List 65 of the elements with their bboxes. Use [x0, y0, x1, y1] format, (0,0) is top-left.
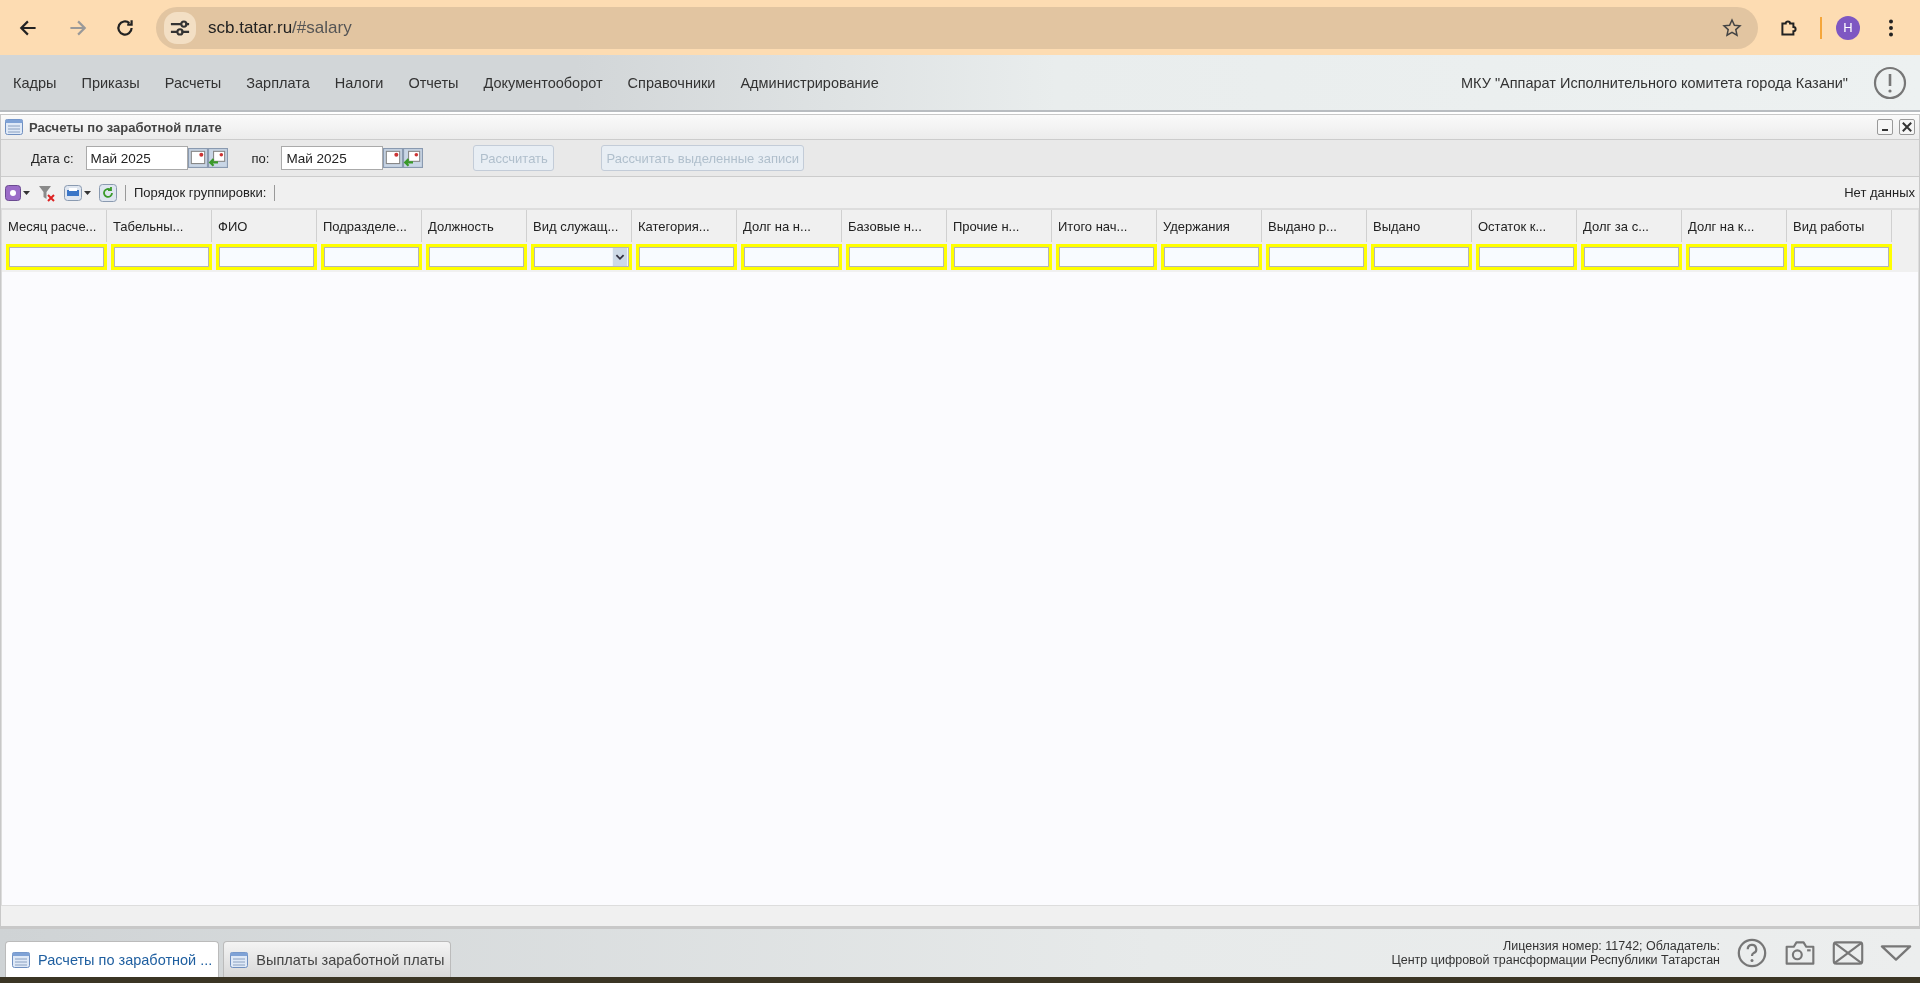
filter-field[interactable] — [1056, 244, 1157, 270]
list-window-icon — [12, 951, 30, 968]
filter-field[interactable] — [6, 244, 107, 270]
close-button[interactable] — [1899, 119, 1915, 135]
date-to-label: по: — [251, 150, 270, 166]
refresh-icon[interactable] — [99, 183, 117, 202]
menu-item[interactable]: Документооборот — [483, 74, 603, 91]
panel-title: Расчеты по заработной плате — [29, 119, 222, 135]
organization-name: МКУ "Аппарат Исполнительного комитета города Казани" — [1460, 74, 1848, 91]
filter-field[interactable] — [1266, 244, 1367, 270]
filter-field[interactable] — [951, 244, 1052, 270]
close-icon — [1900, 120, 1914, 134]
url-text: scb.tatar.ru/#salary — [208, 17, 352, 38]
calendar-icon[interactable] — [383, 147, 404, 169]
menu-item[interactable]: Зарплата — [246, 74, 310, 91]
no-data-status: Нет данных — [1844, 185, 1915, 200]
filter-field[interactable] — [1581, 244, 1682, 270]
minimize-button[interactable] — [1877, 119, 1893, 135]
site-settings-icon[interactable] — [164, 11, 196, 44]
caret-icon — [23, 190, 30, 195]
profile-avatar[interactable]: Н — [1836, 15, 1860, 40]
menu-item[interactable]: Администрирование — [740, 74, 879, 91]
print-dropdown-button[interactable] — [64, 184, 91, 201]
bookmark-star-icon[interactable] — [1722, 17, 1742, 38]
filter-field[interactable] — [741, 244, 842, 270]
date-from-label: Дата с: — [31, 150, 74, 166]
add-dropdown-button[interactable] — [5, 184, 30, 201]
menu-item[interactable]: Справочники — [627, 74, 716, 91]
license-text: Центр цифровой трансформации Республики Татарстан — [1391, 953, 1720, 967]
printer-icon — [64, 184, 82, 201]
caret-icon — [84, 190, 91, 195]
calendar-icon[interactable] — [187, 147, 208, 169]
window-tab[interactable]: Выплаты заработной платы — [223, 941, 452, 977]
window-tab[interactable]: Расчеты по заработной ... — [5, 941, 220, 977]
add-icon — [5, 184, 21, 201]
filter-field[interactable] — [111, 244, 212, 270]
filter-field[interactable] — [426, 244, 527, 270]
address-bar[interactable]: scb.tatar.ru/#salary — [156, 6, 1758, 49]
filter-field[interactable] — [1791, 244, 1892, 270]
filter-field[interactable] — [1686, 244, 1787, 270]
help-icon[interactable] — [1736, 937, 1768, 969]
list-window-icon — [230, 951, 249, 968]
caret-icon — [612, 248, 628, 266]
minimize-icon — [1882, 129, 1888, 131]
filter-dropdown[interactable] — [531, 244, 632, 270]
menu-item[interactable]: Расчеты — [164, 74, 222, 91]
exclamation-circle-icon[interactable] — [1873, 65, 1907, 100]
filter-field[interactable] — [1476, 244, 1577, 270]
list-window-icon — [5, 119, 23, 135]
date-to-field[interactable]: Май 2025 — [281, 146, 384, 170]
filter-field[interactable] — [1371, 244, 1472, 270]
triangle-down-icon[interactable] — [1880, 943, 1912, 963]
clear-filter-icon[interactable] — [38, 183, 56, 202]
menu-item[interactable]: Кадры — [13, 74, 57, 91]
filter-field[interactable] — [846, 244, 947, 270]
filter-field[interactable] — [321, 244, 422, 270]
menu-item[interactable]: Отчеты — [408, 74, 459, 91]
menu-item[interactable]: Налоги — [334, 74, 384, 91]
date-from-field[interactable]: Май 2025 — [85, 146, 188, 170]
license-text: Лицензия номер: 11742; Обладатель: — [1502, 939, 1720, 953]
filter-field[interactable] — [1161, 244, 1262, 270]
menu-item[interactable]: Приказы — [81, 74, 140, 91]
filter-field[interactable] — [636, 244, 737, 270]
grouping-order-label: Порядок группировки: — [134, 185, 267, 200]
filter-field[interactable] — [216, 244, 317, 270]
